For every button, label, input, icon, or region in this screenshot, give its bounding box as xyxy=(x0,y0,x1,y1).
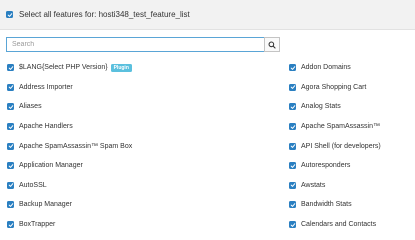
feature-row: Application Manager Autoresponders xyxy=(0,156,415,176)
checkmark-icon xyxy=(290,85,295,90)
feature-checkbox[interactable] xyxy=(7,103,14,111)
checkmark-icon xyxy=(290,203,295,207)
feature-label: Analog Stats xyxy=(301,103,341,111)
checkmark-icon xyxy=(8,163,13,168)
feature-item[interactable]: AutoSSL xyxy=(7,176,47,196)
select-all-label: Select all features for: hosti348_test_f… xyxy=(19,10,190,19)
feature-row: Backup Manager Bandwidth Stats xyxy=(0,195,415,215)
checkmark-icon xyxy=(8,85,13,90)
feature-item[interactable]: Autoresponders xyxy=(289,156,350,176)
feature-item[interactable]: Awstats xyxy=(289,176,325,196)
feature-item[interactable]: Apache SpamAssassin™ Spam Box xyxy=(7,136,132,156)
feature-item[interactable]: BoxTrapper xyxy=(7,215,55,235)
feature-checkbox[interactable] xyxy=(7,142,14,150)
feature-checkbox[interactable] xyxy=(289,142,296,150)
feature-row: Aliases Analog Stats xyxy=(0,97,415,117)
feature-label: BoxTrapper xyxy=(19,221,56,229)
search-button[interactable] xyxy=(264,37,280,52)
feature-label: Bandwidth Stats xyxy=(301,201,352,209)
feature-label: Addon Domains xyxy=(301,64,351,72)
feature-checkbox[interactable] xyxy=(289,221,296,229)
feature-label: Apache SpamAssassin™ xyxy=(301,123,380,131)
checkmark-icon xyxy=(8,183,13,188)
feature-checkbox[interactable] xyxy=(289,162,296,170)
feature-label: API Shell (for developers) xyxy=(301,142,381,150)
feature-checkbox[interactable] xyxy=(289,181,296,189)
checkmark-icon xyxy=(8,124,13,129)
feature-label: Calendars and Contacts xyxy=(301,221,377,229)
feature-label: Apache Handlers xyxy=(19,123,73,131)
feature-item[interactable]: Calendars and Contacts xyxy=(289,215,376,235)
feature-row: Apache Handlers Apache SpamAssassin™ xyxy=(0,117,415,137)
search-bar xyxy=(6,37,280,52)
feature-item[interactable]: Apache Handlers xyxy=(7,117,73,137)
checkmark-icon xyxy=(290,144,295,149)
feature-row: $LANG{Select PHP Version} Plugin Addon Dom… xyxy=(0,58,415,78)
feature-label: Autoresponders xyxy=(301,162,351,170)
feature-row: Address Importer Agora Shopping Cart xyxy=(0,78,415,98)
feature-checkbox[interactable] xyxy=(7,83,14,91)
feature-label: AutoSSL xyxy=(19,181,47,189)
feature-checkbox[interactable] xyxy=(7,221,14,229)
feature-checkbox[interactable] xyxy=(7,123,14,131)
feature-item[interactable]: Backup Manager xyxy=(7,195,72,215)
feature-checkbox[interactable] xyxy=(7,201,14,209)
feature-item[interactable]: Address Importer xyxy=(7,78,73,98)
checkmark-icon xyxy=(290,163,295,168)
feature-label: Application Manager xyxy=(19,162,83,170)
feature-item[interactable]: Apache SpamAssassin™ xyxy=(289,117,380,137)
feature-checkbox[interactable] xyxy=(289,123,296,131)
feature-item[interactable]: $LANG{Select PHP Version} Plugin xyxy=(7,58,132,78)
feature-checkbox[interactable] xyxy=(289,64,296,72)
checkmark-icon xyxy=(8,105,13,109)
feature-item[interactable]: Bandwidth Stats xyxy=(289,195,352,215)
feature-item[interactable]: Application Manager xyxy=(7,156,83,176)
checkmark-icon xyxy=(8,222,13,227)
feature-checkbox[interactable] xyxy=(7,181,14,189)
checkmark-icon xyxy=(290,183,295,188)
feature-checkbox[interactable] xyxy=(7,162,14,170)
feature-label: Apache SpamAssassin™ Spam Box xyxy=(19,142,133,150)
checkmark-icon xyxy=(290,222,295,227)
checkmark-icon xyxy=(290,124,295,129)
search-icon xyxy=(268,41,276,49)
select-all-bar: Select all features for: hosti348_test_f… xyxy=(0,0,415,30)
feature-label: Agora Shopping Cart xyxy=(301,83,367,91)
feature-item[interactable]: API Shell (for developers) xyxy=(289,136,381,156)
checkmark-icon xyxy=(8,203,13,207)
feature-label: Backup Manager xyxy=(19,201,72,209)
feature-label: Awstats xyxy=(301,181,326,189)
feature-label: Address Importer xyxy=(19,83,73,91)
feature-checkbox[interactable] xyxy=(289,103,296,111)
feature-item[interactable]: Agora Shopping Cart xyxy=(289,78,366,98)
checkmark-icon xyxy=(8,65,13,70)
feature-checkbox[interactable] xyxy=(289,83,296,91)
feature-checkbox[interactable] xyxy=(289,201,296,209)
feature-item[interactable]: Aliases xyxy=(7,97,42,117)
search-input[interactable] xyxy=(6,37,264,52)
feature-item[interactable]: Analog Stats xyxy=(289,97,341,117)
feature-row: Apache SpamAssassin™ Spam Box API Shell (… xyxy=(0,136,415,156)
feature-row: BoxTrapper Calendars and Contacts xyxy=(0,215,415,235)
feature-row: AutoSSL Awstats xyxy=(0,176,415,196)
checkmark-icon xyxy=(290,105,295,109)
checkmark-icon xyxy=(290,65,295,70)
select-all-checkbox[interactable] xyxy=(6,11,13,18)
feature-label: Aliases xyxy=(19,103,42,111)
checkmark-icon xyxy=(8,144,13,149)
feature-checkbox[interactable] xyxy=(7,64,14,72)
feature-item[interactable]: Addon Domains xyxy=(289,58,351,78)
checkmark-icon xyxy=(7,12,12,17)
feature-list: $LANG{Select PHP Version} Plugin Addon Dom… xyxy=(0,58,415,234)
feature-label: $LANG{Select PHP Version} xyxy=(19,64,108,72)
plugin-badge: Plugin xyxy=(110,63,132,72)
